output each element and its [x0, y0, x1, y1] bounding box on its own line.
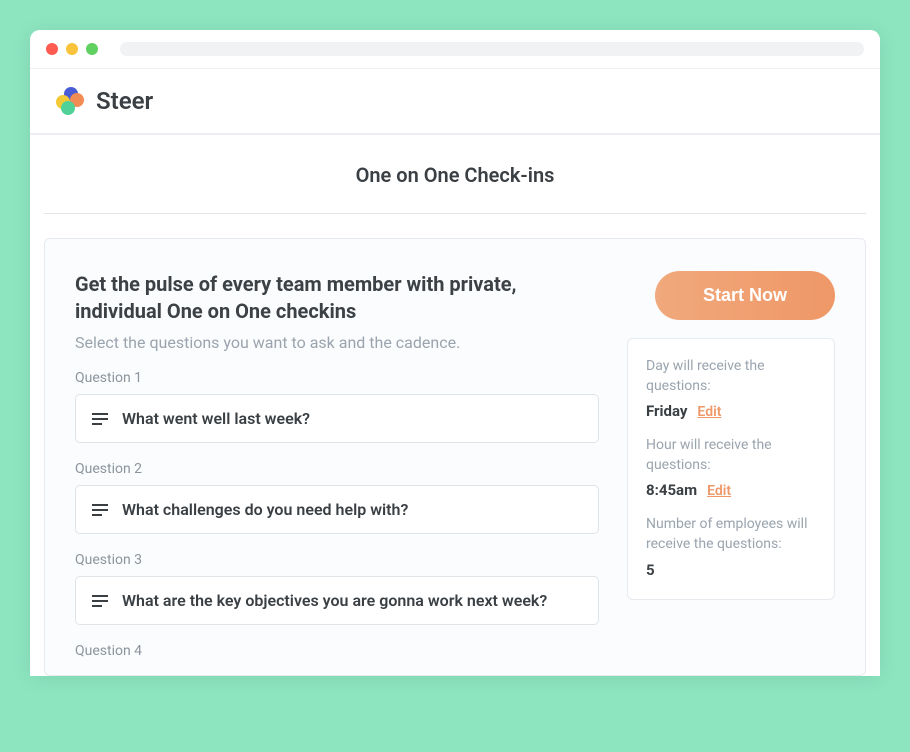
question-input-2[interactable]: What challenges do you need help with? — [75, 485, 599, 534]
url-bar[interactable] — [120, 42, 864, 56]
day-label: Day will receive the questions: — [646, 357, 816, 396]
page-title: One on One Check-ins — [44, 135, 866, 214]
card-subheading: Select the questions you want to ask and… — [75, 333, 599, 352]
start-now-button[interactable]: Start Now — [655, 271, 835, 320]
brand-name: Steer — [96, 87, 153, 115]
steer-logo-icon — [56, 87, 84, 115]
app-header: Steer — [30, 69, 880, 135]
edit-hour-link[interactable]: Edit — [707, 483, 731, 499]
close-window-button[interactable] — [46, 43, 58, 55]
minimize-window-button[interactable] — [66, 43, 78, 55]
hour-label: Hour will receive the questions: — [646, 436, 816, 475]
employees-value: 5 — [646, 561, 655, 579]
card-heading: Get the pulse of every team member with … — [75, 271, 555, 325]
question-text: What challenges do you need help with? — [122, 500, 408, 519]
maximize-window-button[interactable] — [86, 43, 98, 55]
question-input-1[interactable]: What went well last week? — [75, 394, 599, 443]
text-lines-icon — [92, 413, 108, 425]
checkin-card: Get the pulse of every team member with … — [44, 238, 866, 676]
question-label: Question 4 — [75, 643, 599, 659]
question-label: Question 1 — [75, 370, 599, 386]
question-text: What are the key objectives you are gonn… — [122, 591, 547, 610]
question-label: Question 2 — [75, 461, 599, 477]
day-value: Friday — [646, 402, 687, 420]
employees-label: Number of employees will receive the que… — [646, 515, 816, 554]
text-lines-icon — [92, 504, 108, 516]
hour-value: 8:45am — [646, 481, 697, 499]
question-label: Question 3 — [75, 552, 599, 568]
text-lines-icon — [92, 595, 108, 607]
question-input-3[interactable]: What are the key objectives you are gonn… — [75, 576, 599, 625]
app-window: Steer One on One Check-ins Get the pulse… — [30, 30, 880, 676]
schedule-panel: Day will receive the questions: Friday E… — [627, 338, 835, 600]
window-controls — [46, 43, 98, 55]
edit-day-link[interactable]: Edit — [697, 404, 721, 420]
question-text: What went well last week? — [122, 409, 310, 428]
title-bar — [30, 30, 880, 69]
